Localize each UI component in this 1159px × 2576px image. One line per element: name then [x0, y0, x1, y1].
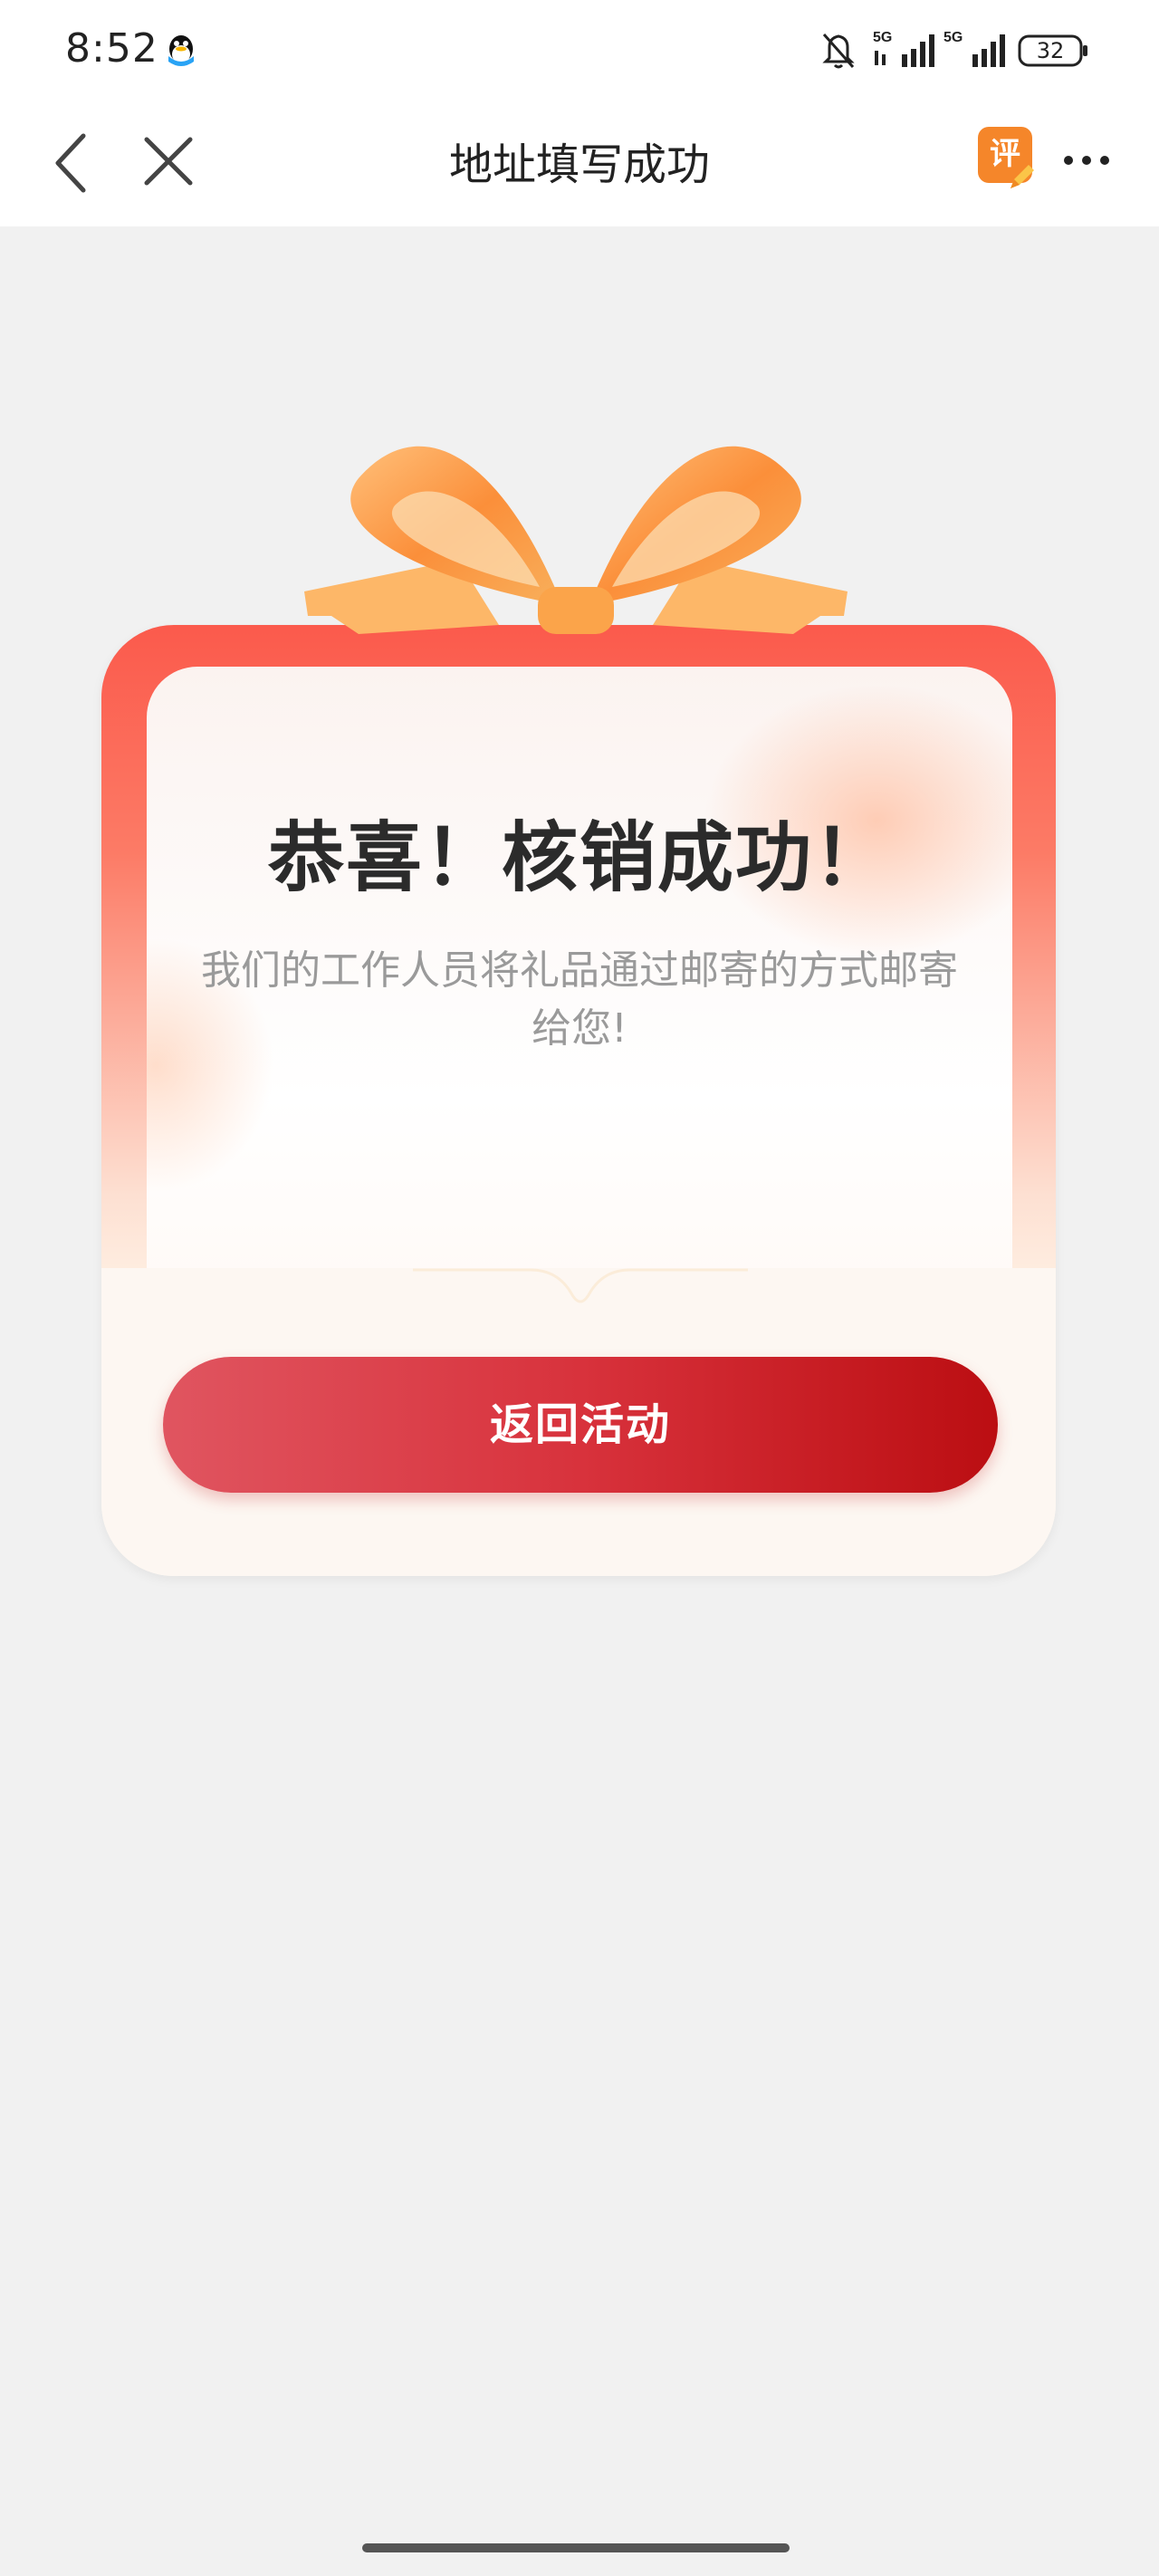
success-description: 我们的工作人员将礼品通过邮寄的方式邮寄给您! — [201, 947, 958, 1052]
status-time: 8:52 — [65, 25, 158, 72]
battery-level: 32 — [1036, 38, 1065, 63]
notch-decoration — [413, 1268, 748, 1303]
svg-text:5G: 5G — [943, 30, 963, 45]
back-icon[interactable] — [47, 129, 101, 197]
status-bar: 8:52 5G 5G 32 — [0, 0, 1159, 101]
ribbon-bow-icon — [304, 446, 848, 634]
page-title: 地址填写成功 — [448, 139, 710, 190]
home-indicator[interactable] — [362, 2543, 790, 2552]
pencil-icon — [1011, 165, 1034, 188]
more-icon[interactable] — [1059, 147, 1114, 174]
qq-icon — [168, 35, 194, 66]
success-title: 恭喜！核销成功！ — [267, 813, 891, 902]
mute-icon — [822, 34, 855, 69]
close-icon[interactable] — [141, 134, 196, 188]
signal-icon: 5G — [873, 30, 934, 67]
signal-icon: 5G — [943, 30, 1005, 67]
svg-text:5G: 5G — [873, 30, 892, 45]
nav-bar: 地址填写成功 评 — [0, 101, 1159, 226]
return-activity-button[interactable]: 返回活动 — [163, 1357, 998, 1493]
